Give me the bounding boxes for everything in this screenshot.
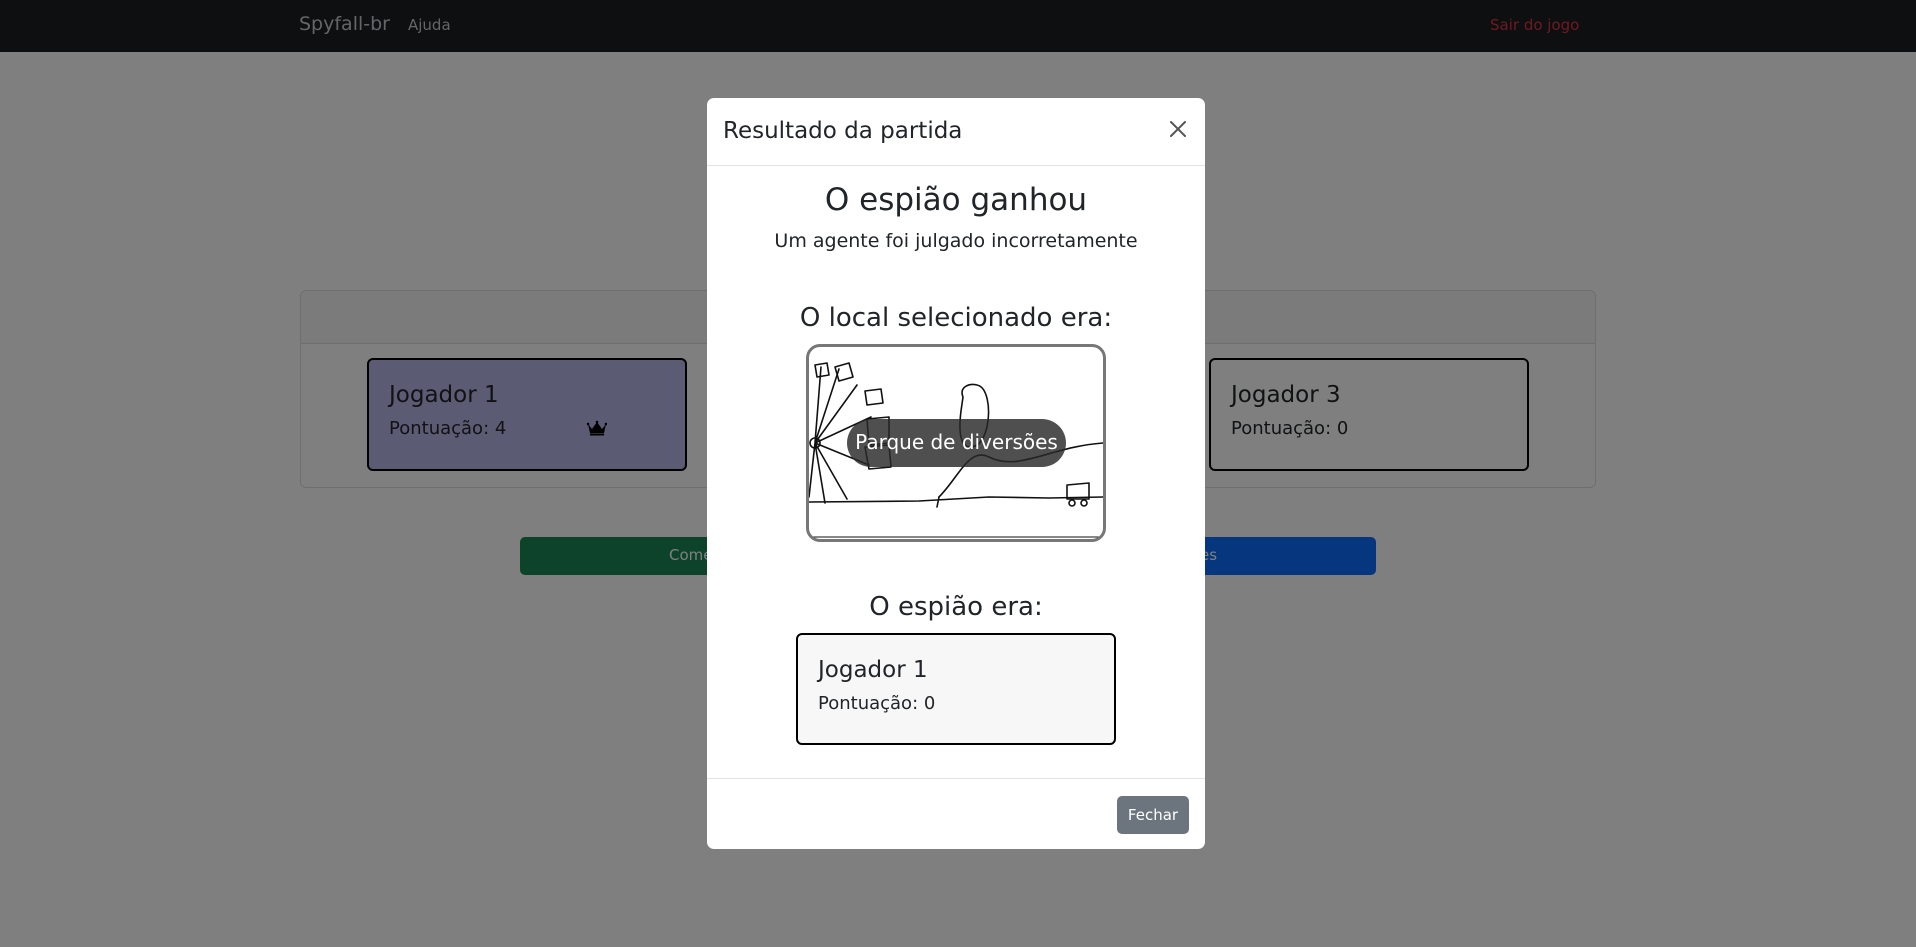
- spy-heading: O espião era:: [869, 592, 1043, 622]
- spy-player-card: Jogador 1 Pontuação: 0: [796, 633, 1116, 745]
- result-reason: Um agente foi julgado incorretamente: [774, 230, 1138, 252]
- spy-player-name: Jogador 1: [818, 657, 928, 683]
- modal-header: Resultado da partida: [707, 98, 1205, 166]
- close-button[interactable]: Fechar: [1117, 796, 1189, 834]
- modal-footer: Fechar: [707, 778, 1205, 849]
- result-title: O espião ganhou: [824, 182, 1088, 218]
- result-modal: Resultado da partida O espião ganhou Um …: [707, 98, 1205, 849]
- close-icon[interactable]: [1169, 120, 1187, 138]
- location-heading: O local selecionado era:: [799, 303, 1113, 333]
- location-name-label: Parque de diversões: [847, 419, 1066, 467]
- spy-player-score: Pontuação: 0: [818, 693, 936, 714]
- modal-title: Resultado da partida: [723, 118, 963, 144]
